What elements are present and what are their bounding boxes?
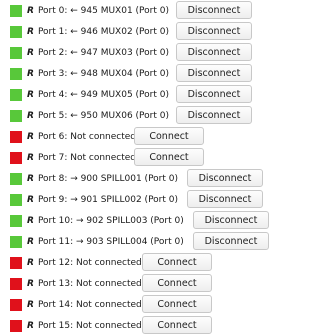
port-prefix: R bbox=[27, 278, 34, 289]
port-row-4: R Port 4: ← 949 MUX05 (Port 0) Disconnec… bbox=[0, 84, 252, 105]
port-row-0: R Port 0: ← 945 MUX01 (Port 0) Disconnec… bbox=[0, 0, 252, 21]
port-row-2: R Port 2: ← 947 MUX03 (Port 0) Disconnec… bbox=[0, 42, 252, 63]
port-row-14: R Port 14: Not connected. Connect bbox=[0, 294, 212, 315]
port-label: Port 4: ← 949 MUX05 (Port 0) bbox=[37, 89, 169, 100]
port-row-13: R Port 13: Not connected. Connect bbox=[0, 273, 212, 294]
port-label: Port 3: ← 948 MUX04 (Port 0) bbox=[37, 68, 169, 79]
disconnect-button[interactable]: Disconnect bbox=[176, 1, 252, 19]
port-label: Port 8: → 900 SPILL001 (Port 0) bbox=[37, 173, 179, 184]
port-prefix: R bbox=[27, 89, 34, 100]
port-prefix: R bbox=[27, 152, 34, 163]
port-label: Port 12: Not connected. bbox=[37, 257, 145, 268]
port-prefix: R bbox=[27, 215, 34, 226]
disconnect-button[interactable]: Disconnect bbox=[176, 43, 252, 61]
port-prefix: R bbox=[27, 110, 34, 121]
port-label: Port 7: Not connected. bbox=[37, 152, 139, 163]
status-indicator bbox=[10, 319, 22, 332]
connect-button[interactable]: Connect bbox=[134, 148, 204, 166]
status-indicator bbox=[10, 46, 22, 59]
disconnect-button[interactable]: Disconnect bbox=[193, 211, 269, 229]
port-row-11: R Port 11: → 903 SPILL004 (Port 0) Disco… bbox=[0, 231, 269, 252]
disconnect-button[interactable]: Disconnect bbox=[187, 169, 263, 187]
connect-button[interactable]: Connect bbox=[142, 295, 212, 313]
port-row-9: R Port 9: → 901 SPILL002 (Port 0) Discon… bbox=[0, 189, 263, 210]
port-row-12: R Port 12: Not connected. Connect bbox=[0, 252, 212, 273]
port-prefix: R bbox=[27, 194, 34, 205]
port-row-10: R Port 10: → 902 SPILL003 (Port 0) Disco… bbox=[0, 210, 269, 231]
port-label: Port 10: → 902 SPILL003 (Port 0) bbox=[37, 215, 184, 226]
disconnect-button[interactable]: Disconnect bbox=[176, 64, 252, 82]
port-row-15: R Port 15: Not connected. Connect bbox=[0, 315, 212, 334]
status-indicator bbox=[10, 88, 22, 101]
port-label: Port 6: Not connected. bbox=[37, 131, 139, 142]
port-prefix: R bbox=[27, 173, 34, 184]
port-row-8: R Port 8: → 900 SPILL001 (Port 0) Discon… bbox=[0, 168, 263, 189]
port-label: Port 14: Not connected. bbox=[37, 299, 145, 310]
port-row-5: R Port 5: ← 950 MUX06 (Port 0) Disconnec… bbox=[0, 105, 252, 126]
status-indicator bbox=[10, 130, 22, 143]
port-label: Port 11: → 903 SPILL004 (Port 0) bbox=[37, 236, 184, 247]
disconnect-button[interactable]: Disconnect bbox=[176, 22, 252, 40]
port-prefix: R bbox=[27, 5, 34, 16]
status-indicator bbox=[10, 172, 22, 185]
port-row-1: R Port 1: ← 946 MUX02 (Port 0) Disconnec… bbox=[0, 21, 252, 42]
disconnect-button[interactable]: Disconnect bbox=[176, 85, 252, 103]
connect-button[interactable]: Connect bbox=[142, 316, 212, 334]
port-prefix: R bbox=[27, 131, 34, 142]
status-indicator bbox=[10, 193, 22, 206]
status-indicator bbox=[10, 67, 22, 80]
port-prefix: R bbox=[27, 320, 34, 331]
status-indicator bbox=[10, 298, 22, 311]
status-indicator bbox=[10, 214, 22, 227]
connect-button[interactable]: Connect bbox=[142, 253, 212, 271]
port-label: Port 13: Not connected. bbox=[37, 278, 145, 289]
port-prefix: R bbox=[27, 257, 34, 268]
connect-button[interactable]: Connect bbox=[142, 274, 212, 292]
disconnect-button[interactable]: Disconnect bbox=[176, 106, 252, 124]
port-prefix: R bbox=[27, 26, 34, 37]
port-row-3: R Port 3: ← 948 MUX04 (Port 0) Disconnec… bbox=[0, 63, 252, 84]
status-indicator bbox=[10, 25, 22, 38]
status-indicator bbox=[10, 109, 22, 122]
port-row-6: R Port 6: Not connected. Connect bbox=[0, 126, 204, 147]
port-label: Port 1: ← 946 MUX02 (Port 0) bbox=[37, 26, 169, 37]
status-indicator bbox=[10, 4, 22, 17]
port-label: Port 0: ← 945 MUX01 (Port 0) bbox=[37, 5, 169, 16]
status-indicator bbox=[10, 256, 22, 269]
status-indicator bbox=[10, 235, 22, 248]
port-prefix: R bbox=[27, 68, 34, 79]
connect-button[interactable]: Connect bbox=[134, 127, 204, 145]
status-indicator bbox=[10, 277, 22, 290]
status-indicator bbox=[10, 151, 22, 164]
disconnect-button[interactable]: Disconnect bbox=[193, 232, 269, 250]
disconnect-button[interactable]: Disconnect bbox=[187, 190, 263, 208]
port-prefix: R bbox=[27, 299, 34, 310]
port-row-7: R Port 7: Not connected. Connect bbox=[0, 147, 204, 168]
port-prefix: R bbox=[27, 47, 34, 58]
port-label: Port 2: ← 947 MUX03 (Port 0) bbox=[37, 47, 169, 58]
port-label: Port 9: → 901 SPILL002 (Port 0) bbox=[37, 194, 179, 205]
port-prefix: R bbox=[27, 236, 34, 247]
port-label: Port 5: ← 950 MUX06 (Port 0) bbox=[37, 110, 169, 121]
port-label: Port 15: Not connected. bbox=[37, 320, 145, 331]
